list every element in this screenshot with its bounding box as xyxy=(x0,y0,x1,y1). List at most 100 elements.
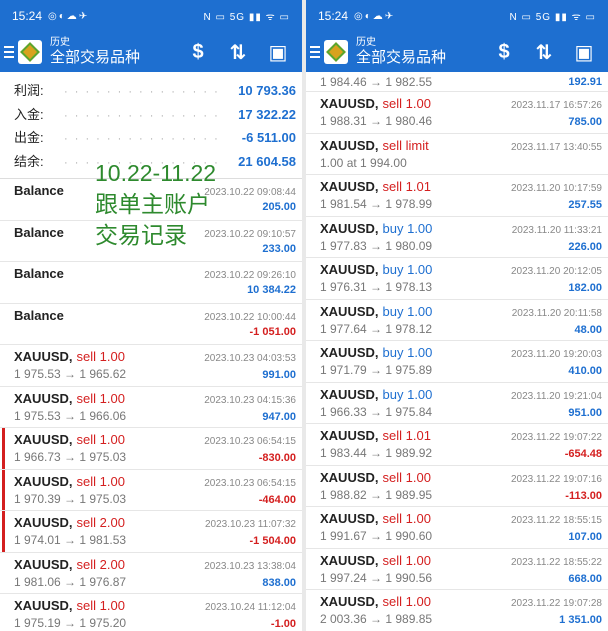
deal-side: sell 1.00 xyxy=(76,473,125,489)
deal-line-2: 1.00 at 1 994.00 xyxy=(320,156,602,170)
deal-row[interactable]: XAUUSD, sell 1.00 2023.11.17 16:57:26 1 988… xyxy=(306,92,608,134)
deal-row[interactable]: XAUUSD, sell 1.00 2023.11.22 19:07:16 1 988… xyxy=(306,466,608,507)
deal-profit: 257.55 xyxy=(568,199,602,211)
deal-profit: 107.00 xyxy=(568,531,602,543)
deal-row[interactable]: XAUUSD, sell 1.00 2023.11.22 18:55:22 1 997… xyxy=(306,549,608,590)
deal-time: 2023.11.17 16:57:26 xyxy=(510,100,602,111)
deal-line-1: XAUUSD, sell 1.01 2023.11.22 19:07:22 xyxy=(320,428,602,443)
deal-line-2: 1 983.44 → 1 989.92 -654.48 xyxy=(320,446,602,460)
deal-line-1: XAUUSD, sell 1.00 2023.11.22 19:07:16 xyxy=(320,470,602,485)
summary-value: -6 511.00 xyxy=(241,130,296,145)
deal-profit: 205.00 xyxy=(262,201,296,213)
deal-row[interactable]: XAUUSD, sell 1.01 2023.11.20 10:17:59 1 981… xyxy=(306,175,608,217)
deal-prices: 1 984.46 → 1 982.55 xyxy=(320,74,433,89)
menu-icon[interactable] xyxy=(4,46,14,58)
deal-prices: 1 988.31 → 1 980.46 xyxy=(320,114,433,128)
deal-profit: 951.00 xyxy=(568,406,602,419)
deal-symbol: XAUUSD, xyxy=(320,594,379,609)
deal-row[interactable]: XAUUSD, sell 1.00 2023.10.24 11:12:04 1 975… xyxy=(0,594,302,631)
deal-side: sell 1.00 xyxy=(382,552,431,568)
overlay-annotation: 10.22-11.22 跟单主账户 交易记录 xyxy=(95,158,216,251)
right-deal-list: XAUUSD, sell 1.00 2023.11.17 16:57:26 1 988… xyxy=(306,92,608,631)
deal-profit: 410.00 xyxy=(568,365,602,377)
deal-symbol: XAUUSD, xyxy=(320,96,379,111)
header-small-title: 历史 xyxy=(50,37,70,49)
summary-value: 21 604.58 xyxy=(238,153,296,169)
app-header: 历史 全部交易品种 $ ⇅ ▣ xyxy=(306,32,608,72)
deal-line-2: 1 981.54 → 1 978.99 257.55 xyxy=(320,197,602,211)
deal-line-2: 1 981.06 → 1 976.87 838.00 xyxy=(14,575,296,589)
deal-row[interactable]: XAUUSD, sell 1.01 2023.11.22 19:07:22 1 983… xyxy=(306,424,608,466)
app-logo xyxy=(324,40,348,64)
deal-side: sell 1.00 xyxy=(382,469,431,485)
deal-row[interactable]: XAUUSD, sell 2.00 2023.10.23 11:07:32 1 974… xyxy=(0,511,302,553)
deal-profit: -1 504.00 xyxy=(249,535,296,547)
deal-row[interactable]: XAUUSD, buy 1.00 2023.11.20 11:33:21 1 977.… xyxy=(306,217,608,258)
deal-prices: 1 966.73 → 1 975.03 xyxy=(14,450,127,464)
deal-profit: 182.00 xyxy=(568,282,602,294)
deal-row[interactable]: XAUUSD, sell 1.00 2023.10.23 06:54:15 1 970… xyxy=(0,469,302,511)
deal-profit: 785.00 xyxy=(568,116,602,128)
deal-prices: 1 981.54 → 1 978.99 xyxy=(320,197,433,211)
deal-line-2: 1 975.53 → 1 966.06 947.00 xyxy=(14,409,296,423)
deal-profit: -464.00 xyxy=(258,493,296,506)
deal-row[interactable]: XAUUSD, sell 1.00 2023.11.22 18:55:15 1 991… xyxy=(306,507,608,549)
deal-symbol: XAUUSD, xyxy=(14,349,73,364)
deal-prices: 1 975.53 → 1 966.06 xyxy=(14,408,127,423)
deal-time: 2023.10.23 04:15:36 xyxy=(204,394,296,406)
deal-row[interactable]: XAUUSD, sell 1.00 2023.11.22 19:07:28 2 003… xyxy=(306,590,608,631)
deal-line-1: XAUUSD, buy 1.00 2023.11.20 11:33:21 xyxy=(320,221,602,236)
deal-row[interactable]: XAUUSD, sell 1.00 2023.10.23 04:03:53 1 975… xyxy=(0,345,302,387)
deal-profit: 48.00 xyxy=(574,323,602,336)
calendar-icon[interactable]: ▣ xyxy=(258,32,298,72)
screenshot-root: 15:24 ◎◐☁✈ N ▭ 5G ▮▮ ᯤ ▭ 历史 全部交易品种 $ ⇅ ▣… xyxy=(0,0,608,631)
deal-profit: -1.00 xyxy=(270,618,296,630)
deal-time: 2023.10.23 11:07:32 xyxy=(204,519,296,530)
deal-row[interactable]: Balance 2023.10.22 10:00:44 -1 051.00 xyxy=(0,304,302,345)
menu-icon[interactable] xyxy=(310,46,320,58)
deal-prices: 1 976.31 → 1 978.13 xyxy=(320,280,433,294)
deal-time: 2023.11.22 19:07:22 xyxy=(510,432,602,443)
deal-time: 2023.11.20 19:21:04 xyxy=(510,390,602,402)
deal-time: 2023.11.20 20:12:05 xyxy=(510,266,602,277)
deal-profit: 991.00 xyxy=(262,369,296,381)
deal-line-1: XAUUSD, sell 1.00 2023.10.23 06:54:15 xyxy=(14,432,296,447)
deal-prices: 1 966.33 → 1 975.84 xyxy=(320,404,433,419)
deal-side: sell limit xyxy=(382,137,429,153)
header-large-title[interactable]: 全部交易品种 xyxy=(50,50,140,67)
deal-prices: 1 970.39 → 1 975.03 xyxy=(14,491,127,506)
deal-row[interactable]: XAUUSD, buy 1.00 2023.11.20 20:11:58 1 977.… xyxy=(306,300,608,341)
deal-prices: 1 975.19 → 1 975.20 xyxy=(14,616,127,630)
summary-label: 出金: xyxy=(14,130,44,145)
sort-arrows-icon[interactable]: ⇅ xyxy=(524,32,564,72)
deal-row[interactable]: Balance 2023.10.22 09:26:10 10 384.22 xyxy=(0,262,302,304)
deal-line-1: XAUUSD, sell 1.00 2023.10.23 06:54:15 xyxy=(14,474,296,489)
header-large-title[interactable]: 全部交易品种 xyxy=(356,50,446,67)
deal-symbol: XAUUSD, xyxy=(14,598,73,613)
summary-label: 结余: xyxy=(14,153,44,169)
money-sort-icon[interactable]: $ xyxy=(178,32,218,72)
sort-arrows-icon[interactable]: ⇅ xyxy=(218,32,258,72)
deal-row[interactable]: XAUUSD, sell 1.00 2023.10.23 04:15:36 1 975… xyxy=(0,387,302,428)
deal-time: 2023.11.20 10:17:59 xyxy=(510,183,602,194)
deal-side: sell 1.00 xyxy=(76,432,125,447)
partial-deal-row[interactable]: 1 984.46 → 1 982.55 192.91 xyxy=(306,72,608,92)
deal-side: sell 2.00 xyxy=(76,515,125,530)
deal-row[interactable]: XAUUSD, sell 1.00 2023.10.23 06:54:15 1 966… xyxy=(0,428,302,470)
deal-time: 2023.10.23 06:54:15 xyxy=(204,477,296,489)
overlay-line-3: 交易记录 xyxy=(95,222,187,249)
deal-row[interactable]: XAUUSD, buy 1.00 2023.11.20 19:20:03 1 971.… xyxy=(306,341,608,383)
summary-dots: · · · · · · · · · · · · · · · · · · · · … xyxy=(64,109,226,122)
deal-time: 2023.11.22 19:07:28 xyxy=(510,598,602,609)
money-sort-icon[interactable]: $ xyxy=(484,32,524,72)
summary-label: 入金: xyxy=(14,106,44,122)
status-system-icons: N ▭ 5G ▮▮ ᯤ ▭ xyxy=(509,12,596,23)
deal-row[interactable]: XAUUSD, buy 1.00 2023.11.20 19:21:04 1 966.… xyxy=(306,383,608,424)
deal-symbol: Balance xyxy=(14,307,64,323)
deal-row[interactable]: XAUUSD, sell 2.00 2023.10.23 13:38:04 1 981… xyxy=(0,553,302,594)
deal-row[interactable]: XAUUSD, buy 1.00 2023.11.20 20:12:05 1 976.… xyxy=(306,258,608,300)
calendar-icon[interactable]: ▣ xyxy=(564,32,604,72)
deal-row[interactable]: XAUUSD, sell limit 2023.11.17 13:40:55 1.00… xyxy=(306,134,608,175)
deal-symbol: XAUUSD, xyxy=(320,552,379,568)
deal-symbol: XAUUSD, xyxy=(14,390,73,406)
